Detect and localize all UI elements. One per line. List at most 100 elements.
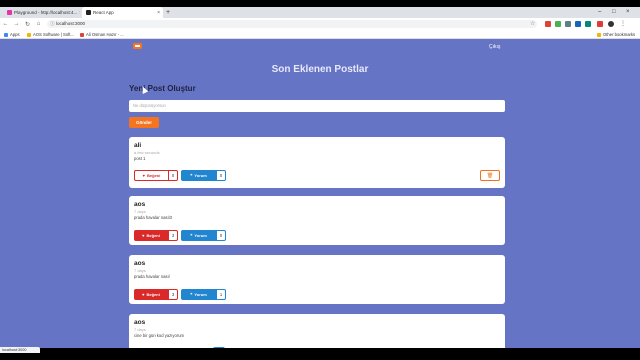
comment-count <box>213 347 225 348</box>
like-button[interactable]: ♥ Beğeni 0 <box>134 170 178 181</box>
post-author[interactable]: aos <box>134 201 145 208</box>
bookmark-label: Apps <box>10 32 20 37</box>
delete-button[interactable]: 🗑 <box>480 170 500 181</box>
extension-icon[interactable] <box>555 21 561 27</box>
comment-count: 0 <box>216 170 226 181</box>
post-time: 7 days <box>134 327 146 332</box>
comment-label: Yorum <box>194 173 207 178</box>
exit-link[interactable]: Çıkış <box>489 44 500 50</box>
info-icon[interactable]: ⓘ <box>50 20 55 28</box>
comment-button[interactable]: ❝ Yorum 1 <box>181 289 226 300</box>
post-text: cine bir gün kod yazıyorum <box>134 333 185 338</box>
heart-icon: ♥ <box>142 233 145 238</box>
post-text: prada havalar nasıl <box>134 274 170 279</box>
post-card: ali a few seconds post 1 ♥ Beğeni 0 ❝ Yo… <box>129 137 505 188</box>
like-count: 3 <box>168 230 178 241</box>
submit-button[interactable]: Gönder <box>129 117 159 128</box>
like-button-main[interactable]: ♥ Beğeni <box>134 170 168 181</box>
bookmark-label: Ali Osman Hazır - ... <box>86 32 124 37</box>
close-window-icon[interactable]: × <box>626 7 630 18</box>
browser-window: Playground - http://localhost:4... × Rea… <box>0 0 640 360</box>
post-card: aos 7 days cine bir gün kod yazıyorum <box>129 314 505 348</box>
post-author[interactable]: aos <box>134 319 145 326</box>
trash-icon: 🗑 <box>486 172 494 179</box>
comment-label: Yorum <box>194 233 207 238</box>
bookmark-aos-software[interactable]: AOS Software | Soft... <box>27 32 74 37</box>
folder-icon <box>597 32 601 37</box>
maximize-icon[interactable]: □ <box>612 7 616 18</box>
comment-button-main[interactable]: ❝ Yorum <box>181 230 216 241</box>
bookmark-label: Other bookmarks <box>603 32 636 37</box>
page-viewport: Çıkış Son Eklenen Postlar Yeni Post Oluş… <box>0 39 640 348</box>
close-tab-icon[interactable]: × <box>157 10 160 16</box>
like-count: 0 <box>168 170 178 181</box>
like-label: Beğeni <box>147 173 161 178</box>
like-count: 3 <box>168 289 178 300</box>
like-button[interactable]: ♥ Beğeni 3 <box>134 289 178 300</box>
extension-icon[interactable] <box>565 21 571 27</box>
comment-count: 1 <box>216 289 226 300</box>
post-author[interactable]: aos <box>134 260 145 267</box>
like-button-main[interactable]: ♥ Beğeni <box>134 230 168 241</box>
logo-icon[interactable] <box>133 43 142 49</box>
tab-title: Playground - http://localhost:4... <box>14 10 78 15</box>
post-author[interactable]: ali <box>134 142 141 149</box>
comments-icon: ❝ <box>190 173 193 178</box>
comment-button-main[interactable]: ❝ Yorum <box>181 170 216 181</box>
other-bookmarks[interactable]: Other bookmarks <box>597 32 635 37</box>
new-tab-icon[interactable]: + <box>166 7 170 18</box>
post-input[interactable]: Ne düşünüyorsun <box>129 100 505 112</box>
post-text: prada havalar nasıl3 <box>134 215 172 220</box>
bookmark-favicon-icon <box>80 32 84 37</box>
new-post-heading: Yeni Post Oluştur <box>129 84 196 93</box>
heart-icon: ♥ <box>142 173 146 178</box>
graphql-favicon-icon <box>7 10 12 15</box>
tab-title: React App <box>93 10 114 15</box>
bookmark-ali-osman[interactable]: Ali Osman Hazır - ... <box>80 32 124 37</box>
reload-icon[interactable]: ↻ <box>22 21 33 28</box>
back-icon[interactable]: ← <box>0 21 11 27</box>
post-text: post 1 <box>134 156 146 161</box>
address-text: localhost:3000 <box>56 21 86 26</box>
avatar[interactable] <box>608 21 614 27</box>
tab-playground[interactable]: Playground - http://localhost:4... × <box>3 7 80 18</box>
extension-icon[interactable] <box>585 21 591 27</box>
comment-label: Yorum <box>194 292 207 297</box>
page-title: Son Eklenen Postlar <box>271 64 369 75</box>
post-time: 7 days <box>134 209 146 214</box>
tab-react-app[interactable]: React App × <box>82 7 163 18</box>
forward-icon[interactable]: → <box>11 21 22 27</box>
star-icon[interactable]: ☆ <box>530 18 535 30</box>
home-icon[interactable]: ⌂ <box>33 21 44 27</box>
status-bar: localhost:3000 <box>0 347 40 353</box>
like-button[interactable]: ♥ Beğeni 3 <box>134 230 178 241</box>
post-card: aos 7 days prada havalar nasıl3 ♥ Beğeni… <box>129 196 505 245</box>
react-favicon-icon <box>86 10 91 15</box>
comment-button[interactable]: ❝ Yorum 0 <box>181 230 226 241</box>
like-label: Beğeni <box>146 292 160 297</box>
bookmarks-bar: Apps AOS Software | Soft... Ali Osman Ha… <box>0 30 640 39</box>
apps-icon <box>4 32 8 37</box>
comments-icon: ❝ <box>190 233 193 238</box>
comments-icon: ❝ <box>190 292 193 297</box>
comment-button[interactable]: ❝ Yorum 0 <box>181 170 226 181</box>
minimize-icon[interactable]: – <box>598 7 601 18</box>
comment-button-main[interactable]: ❝ Yorum <box>181 289 216 300</box>
post-time: a few seconds <box>134 150 160 155</box>
post-time: 7 days <box>134 268 146 273</box>
menu-icon[interactable]: ⋮ <box>620 21 626 27</box>
extension-icon[interactable] <box>575 21 581 27</box>
extension-icon[interactable] <box>597 21 603 27</box>
close-tab-icon[interactable]: × <box>79 10 80 16</box>
extension-icon[interactable] <box>545 21 551 27</box>
comment-count: 0 <box>216 230 226 241</box>
address-bar[interactable]: ⓘ localhost:3000 <box>47 20 537 28</box>
bookmark-apps[interactable]: Apps <box>4 32 20 37</box>
bookmark-label: AOS Software | Soft... <box>33 32 74 37</box>
tab-strip: Playground - http://localhost:4... × Rea… <box>0 7 640 18</box>
like-button-main[interactable]: ♥ Beğeni <box>134 289 168 300</box>
folder-icon <box>27 32 31 37</box>
browser-toolbar: ← → ↻ ⌂ ⓘ localhost:3000 ☆ ⋮ <box>0 18 640 30</box>
post-card: aos 7 days prada havalar nasıl ♥ Beğeni … <box>129 255 505 304</box>
like-label: Beğeni <box>146 233 160 238</box>
